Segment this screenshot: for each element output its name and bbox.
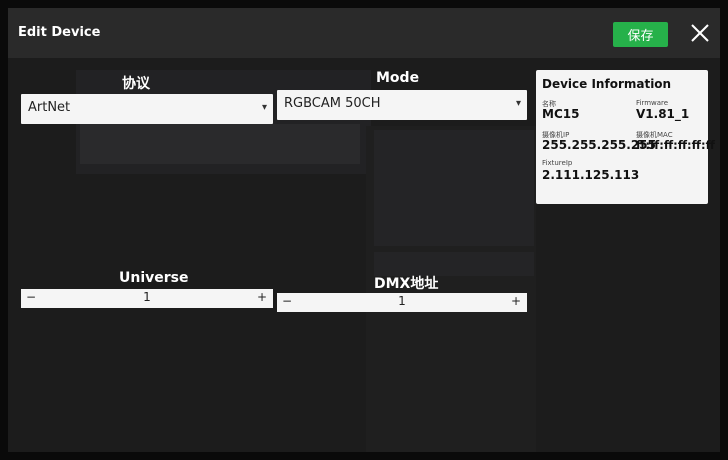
dropdown-caret-icon: ▾: [515, 98, 521, 109]
save-button[interactable]: 保存: [613, 22, 668, 47]
dropdown-caret-icon: ▾: [261, 102, 267, 113]
background-card: [374, 130, 534, 246]
dmx-address-value[interactable]: 1: [277, 294, 527, 308]
protocol-label: 协议: [122, 76, 150, 92]
dialog-title: Edit Device: [18, 25, 101, 40]
fixture-ip-value: 2.111.125.113: [542, 168, 640, 182]
increment-button[interactable]: +: [511, 294, 521, 308]
dmx-address-label: DMX地址: [374, 276, 439, 292]
device-information-panel: Device Information 名称 MC15 Firmware V1.8…: [536, 70, 715, 204]
name-value: MC15: [542, 107, 580, 121]
protocol-value: ArtNet: [28, 100, 71, 115]
firmware-value: V1.81_1: [636, 107, 690, 121]
protocol-select[interactable]: ArtNet ▾: [21, 94, 273, 124]
close-button[interactable]: [686, 19, 714, 47]
mode-select[interactable]: RGBCAM 50CH ▾: [277, 90, 527, 120]
mode-value: RGBCAM 50CH: [284, 96, 381, 111]
dmx-address-stepper[interactable]: − 1 +: [277, 293, 527, 312]
background-panel-bar: [80, 124, 360, 164]
firmware-label: Firmware: [636, 99, 669, 107]
universe-label: Universe: [119, 270, 189, 286]
increment-button[interactable]: +: [257, 290, 267, 304]
mode-label: Mode: [376, 70, 420, 86]
title-bar: Edit Device 保存: [8, 8, 720, 58]
device-information-title: Device Information: [542, 77, 672, 91]
fixture-ip-label: FixtureIp: [542, 159, 573, 167]
close-icon: [691, 24, 709, 42]
universe-stepper[interactable]: − 1 +: [21, 289, 273, 308]
camera-mac-value: ff:ff:ff:ff:ff:ff: [636, 138, 715, 152]
edit-device-dialog: Edit Device 保存 协议 ArtNet ▾ Mode RGBCAM 5…: [8, 8, 720, 452]
universe-value[interactable]: 1: [21, 290, 273, 304]
